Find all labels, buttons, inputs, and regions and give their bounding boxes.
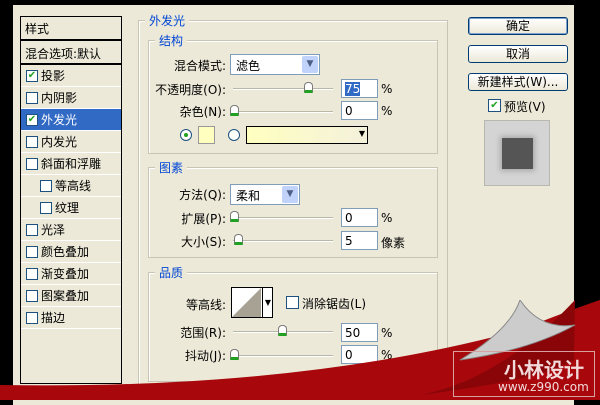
blend-mode-select[interactable]: 滤色 ▼ [230,54,320,75]
size-label: 大小(S): [180,235,226,249]
opacity-value: 75 [345,82,361,96]
size-input[interactable]: 5 [341,231,378,250]
spread-input[interactable]: 0 [341,208,378,227]
quality-title: 品质 [155,264,188,281]
slider-thumb[interactable] [234,234,243,245]
color-radio[interactable] [180,129,192,141]
dropdown-arrow-icon: ▼ [358,129,365,138]
panel-title: 外发光 [145,12,190,29]
style-item[interactable]: 颜色叠加 [21,241,121,263]
style-item-label: 投影 [41,69,66,83]
styles-header[interactable]: 样式 [21,17,121,41]
style-item-label: 外发光 [41,113,78,127]
method-label: 方法(Q): [179,188,226,202]
method-value: 柔和 [236,189,261,203]
checkbox[interactable] [26,223,38,236]
style-item[interactable]: 斜面和浮雕 [21,153,121,175]
checkbox[interactable]: ✔ [26,69,38,82]
style-item-label: 渐变叠加 [41,267,90,281]
slider-thumb[interactable] [304,82,313,93]
cancel-button[interactable]: 取消 [468,45,568,63]
checkbox[interactable]: ✔ [26,113,38,126]
glow-color-swatch[interactable] [198,126,215,144]
checkbox[interactable] [40,179,52,192]
style-item-label: 斜面和浮雕 [41,157,102,171]
opacity-slider[interactable] [233,82,333,93]
checkbox[interactable] [26,91,38,104]
style-item-label: 内发光 [41,135,78,149]
watermark-logo: 小林设计 www.z990.com [453,351,595,397]
style-item[interactable]: 纹理 [21,197,121,219]
percent: % [381,82,393,96]
style-item[interactable]: ✔ 投影 [21,65,121,87]
gradient-picker[interactable]: ▼ [246,126,368,144]
style-item-label: 内阴影 [41,91,78,105]
checkbox[interactable] [26,245,38,258]
checkbox[interactable] [26,157,38,170]
style-item-label: 等高线 [55,179,92,193]
style-item[interactable]: 内阴影 [21,87,121,109]
pixels-unit: 像素 [381,236,406,250]
noise-slider[interactable] [230,105,333,116]
percent: % [381,211,393,225]
checkbox[interactable] [26,267,38,280]
percent: % [381,104,393,118]
size-slider[interactable] [233,234,333,245]
slider-thumb[interactable] [230,105,239,116]
style-item[interactable]: 光泽 [21,219,121,241]
ok-button[interactable]: 确定 [468,17,568,35]
opacity-input[interactable]: 75 [341,79,378,98]
blend-mode-value: 滤色 [236,59,261,73]
preview-checkbox[interactable]: ✔ [488,99,501,112]
style-item[interactable]: 等高线 [21,175,121,197]
method-select[interactable]: 柔和 ▼ [230,184,300,205]
style-item[interactable]: ✔ 外发光 [21,109,121,131]
spread-slider[interactable] [230,211,333,222]
chevron-down-icon: ▼ [302,56,318,73]
blend-mode-label: 混合模式: [173,59,226,73]
style-item-label: 光泽 [41,223,66,237]
style-item-label: 纹理 [55,201,80,215]
checkbox[interactable] [40,201,52,214]
watermark-name: 小林设计 [504,358,584,382]
spread-label: 扩展(P): [181,212,226,226]
noise-input[interactable]: 0 [341,101,378,120]
checkbox[interactable] [26,135,38,148]
new-style-button[interactable]: 新建样式(W)... [468,73,568,91]
style-item[interactable]: 渐变叠加 [21,263,121,285]
structure-title: 结构 [155,32,188,49]
preview-thumbnail [484,120,550,186]
opacity-label: 不透明度(O): [155,83,226,97]
chevron-down-icon: ▼ [282,186,298,203]
noise-label: 杂色(N): [179,105,226,119]
style-item[interactable]: 内发光 [21,131,121,153]
slider-thumb[interactable] [230,211,239,222]
watermark-url: www.z990.com [498,380,589,394]
elements-title: 图素 [155,159,188,176]
style-item-label: 颜色叠加 [41,245,90,259]
blending-options[interactable]: 混合选项:默认 [21,41,121,65]
preview-label: 预览(V) [504,100,546,114]
gradient-radio[interactable] [228,129,240,141]
